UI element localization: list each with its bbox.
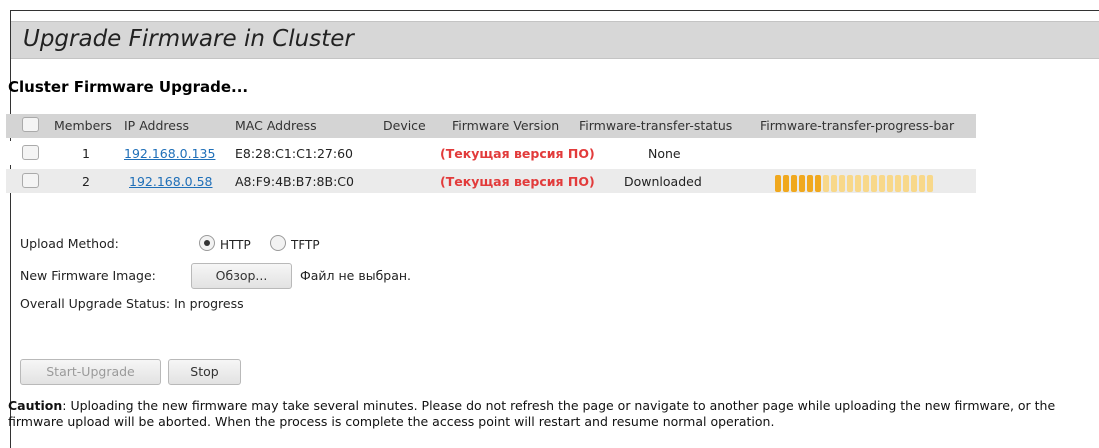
firmware-version: (Текущая версия ПО) — [440, 146, 595, 161]
progress-segment — [783, 175, 789, 192]
column-header-mac-address: MAC Address — [235, 118, 317, 133]
select-all-checkbox[interactable] — [22, 117, 39, 132]
transfer-status: Downloaded — [624, 174, 702, 189]
upload-method-label: Upload Method: — [20, 236, 119, 251]
progress-segment — [799, 175, 805, 192]
tftp-radio-label: TFTP — [291, 238, 320, 252]
caution-label: Caution — [8, 398, 63, 413]
section-title: Cluster Firmware Upgrade... — [8, 78, 249, 96]
progress-segment — [791, 175, 797, 192]
transfer-status: None — [648, 146, 681, 161]
progress-segment — [823, 175, 829, 192]
progress-segment — [887, 175, 893, 192]
progress-segment — [839, 175, 845, 192]
progress-segment — [871, 175, 877, 192]
member-number: 1 — [82, 146, 90, 161]
firmware-transfer-progress-bar — [775, 175, 940, 192]
start-upgrade-button[interactable]: Start-Upgrade — [20, 359, 161, 385]
column-header-ip-address: IP Address — [124, 118, 189, 133]
tftp-radio[interactable] — [270, 235, 286, 251]
member-number: 2 — [82, 174, 90, 189]
stop-button[interactable]: Stop — [168, 359, 241, 385]
mac-address: E8:28:C1:C1:27:60 — [235, 146, 353, 161]
http-radio[interactable] — [199, 235, 215, 251]
ip-address-link[interactable]: 192.168.0.135 — [124, 146, 215, 161]
progress-segment — [879, 175, 885, 192]
ip-address-link[interactable]: 192.168.0.58 — [129, 174, 213, 189]
firmware-version: (Текущая версия ПО) — [440, 174, 595, 189]
column-header-transfer-status: Firmware-transfer-status — [579, 118, 733, 133]
progress-segment — [895, 175, 901, 192]
progress-segment — [775, 175, 781, 192]
caution-note: Caution: Uploading the new firmware may … — [8, 398, 1083, 430]
progress-segment — [911, 175, 917, 192]
column-header-firmware-version: Firmware Version — [452, 118, 560, 133]
row-checkbox[interactable] — [22, 145, 39, 160]
progress-segment — [903, 175, 909, 192]
mac-address: A8:F9:4B:B7:8B:C0 — [235, 174, 354, 189]
new-firmware-image-label: New Firmware Image: — [20, 268, 156, 283]
overall-upgrade-status: Overall Upgrade Status: In progress — [20, 296, 244, 311]
progress-segment — [855, 175, 861, 192]
title-bar: Upgrade Firmware in Cluster — [11, 21, 1099, 59]
progress-segment — [927, 175, 933, 192]
progress-segment — [815, 175, 821, 192]
http-radio-label: HTTP — [220, 238, 251, 252]
progress-segment — [831, 175, 837, 192]
page-title: Upgrade Firmware in Cluster — [23, 26, 354, 52]
column-header-device: Device — [383, 118, 426, 133]
progress-segment — [863, 175, 869, 192]
column-header-progress-bar: Firmware-transfer-progress-bar — [760, 118, 955, 133]
progress-segment — [807, 175, 813, 192]
progress-segment — [847, 175, 853, 192]
column-header-members: Members — [54, 118, 112, 133]
browse-button[interactable]: Обзор... — [191, 263, 292, 289]
progress-segment — [919, 175, 925, 192]
file-status: Файл не выбран. — [300, 268, 412, 283]
row-checkbox[interactable] — [22, 173, 39, 188]
caution-text: : Uploading the new firmware may take se… — [8, 398, 1056, 429]
